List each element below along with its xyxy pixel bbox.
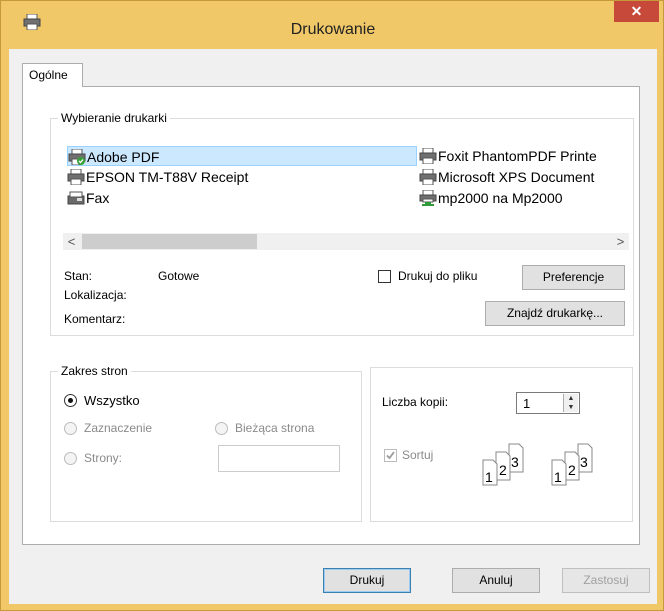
printer-item-fax[interactable]: Fax: [67, 188, 387, 208]
printer-item-epson[interactable]: EPSON TM-T88V Receipt: [67, 167, 387, 187]
pages-label[interactable]: Strony:: [84, 451, 122, 465]
page-range-legend: Zakres stron: [58, 364, 131, 378]
printer-name: mp2000 na Mp2000: [438, 190, 563, 206]
all-pages-label[interactable]: Wszystko: [84, 393, 140, 408]
tab-general[interactable]: Ogólne: [22, 63, 83, 87]
selection-radio[interactable]: [64, 422, 77, 435]
collate-icon: 3 2 1: [551, 443, 593, 486]
svg-text:3: 3: [511, 454, 519, 470]
printer-name: Foxit PhantomPDF Printe: [438, 148, 597, 164]
print-button[interactable]: Drukuj: [323, 568, 411, 593]
cancel-button[interactable]: Anuluj: [452, 568, 540, 593]
printer-name: Adobe PDF: [87, 149, 160, 165]
pages-input[interactable]: [218, 445, 340, 472]
svg-text:1: 1: [485, 469, 493, 485]
scroll-right-icon[interactable]: >: [612, 233, 629, 250]
location-label: Lokalizacja:: [64, 288, 127, 302]
copies-group: Liczba kopii: 1 ▲ ▼ Sortuj 3 2 1 3 2 1: [370, 367, 633, 522]
window-title: Drukowanie: [290, 21, 376, 38]
printer-item-adobe-pdf[interactable]: Adobe PDF: [67, 146, 417, 166]
current-page-label[interactable]: Bieżąca strona: [235, 421, 314, 435]
close-button[interactable]: ✕: [614, 1, 659, 22]
printer-list[interactable]: Adobe PDF EPSON TM-T88V Receipt Fax Foxi…: [63, 141, 631, 221]
printer-name: Microsoft XPS Document: [438, 169, 595, 185]
scrollbar-thumb[interactable]: [82, 234, 257, 249]
spinner-buttons[interactable]: ▲ ▼: [563, 394, 578, 412]
find-printer-button[interactable]: Znajdź drukarkę...: [485, 301, 625, 326]
dialog-body: Ogólne Wybieranie drukarki Adobe PDF EPS…: [9, 49, 657, 604]
print-to-file-label[interactable]: Drukuj do pliku: [398, 269, 477, 283]
printer-icon: [419, 169, 437, 185]
status-label: Stan:: [64, 269, 93, 283]
copies-spinner[interactable]: 1 ▲ ▼: [516, 392, 580, 414]
svg-text:1: 1: [554, 469, 562, 485]
network-printer-icon: [419, 190, 437, 206]
print-to-file-checkbox[interactable]: [378, 270, 391, 283]
tab-label: Ogólne: [29, 68, 68, 82]
title-bar[interactable]: Drukowanie ✕: [1, 1, 664, 41]
printer-name: Fax: [86, 190, 110, 206]
printer-icon: [67, 169, 85, 185]
apply-button[interactable]: Zastosuj: [562, 568, 650, 593]
printer-item-microsoft-xps[interactable]: Microsoft XPS Document: [419, 167, 631, 187]
printer-item-foxit[interactable]: Foxit PhantomPDF Printe: [419, 146, 631, 166]
checkmark-icon: [386, 451, 395, 460]
printer-select-group: Wybieranie drukarki Adobe PDF EPSON TM-T…: [50, 111, 634, 336]
close-icon: ✕: [630, 3, 643, 19]
svg-text:3: 3: [580, 454, 588, 470]
comment-label: Komentarz:: [64, 312, 126, 326]
status-value: Gotowe: [158, 269, 200, 283]
copies-count-value[interactable]: 1: [523, 396, 530, 411]
collate-icon: 3 2 1: [482, 443, 524, 486]
page-range-group: Zakres stron Wszystko Zaznaczenie Bieżąc…: [50, 364, 362, 522]
collate-label: Sortuj: [402, 448, 434, 462]
all-pages-radio[interactable]: [64, 394, 77, 407]
spinner-down-icon[interactable]: ▼: [564, 403, 578, 412]
printer-icon: [419, 148, 437, 164]
print-dialog: Drukowanie ✕ Ogólne Wybieranie drukarki: [0, 0, 664, 611]
printer-item-mp2000[interactable]: mp2000 na Mp2000: [419, 188, 631, 208]
copies-count-label: Liczba kopii:: [382, 395, 449, 409]
preferences-button[interactable]: Preferencje: [522, 265, 625, 290]
svg-text:2: 2: [568, 462, 576, 478]
fax-icon: [67, 191, 85, 205]
pages-radio[interactable]: [64, 452, 77, 465]
collate-checkbox[interactable]: [384, 449, 397, 462]
tab-panel-general: Wybieranie drukarki Adobe PDF EPSON TM-T…: [22, 86, 640, 545]
printer-select-legend: Wybieranie drukarki: [58, 111, 170, 125]
current-page-radio[interactable]: [215, 422, 228, 435]
printer-default-icon: [68, 149, 86, 165]
printer-name: EPSON TM-T88V Receipt: [86, 169, 249, 185]
spinner-up-icon[interactable]: ▲: [564, 394, 578, 403]
printer-list-scrollbar[interactable]: < >: [63, 233, 629, 250]
scroll-left-icon[interactable]: <: [63, 233, 80, 250]
selection-label[interactable]: Zaznaczenie: [84, 421, 152, 435]
svg-text:2: 2: [499, 462, 507, 478]
